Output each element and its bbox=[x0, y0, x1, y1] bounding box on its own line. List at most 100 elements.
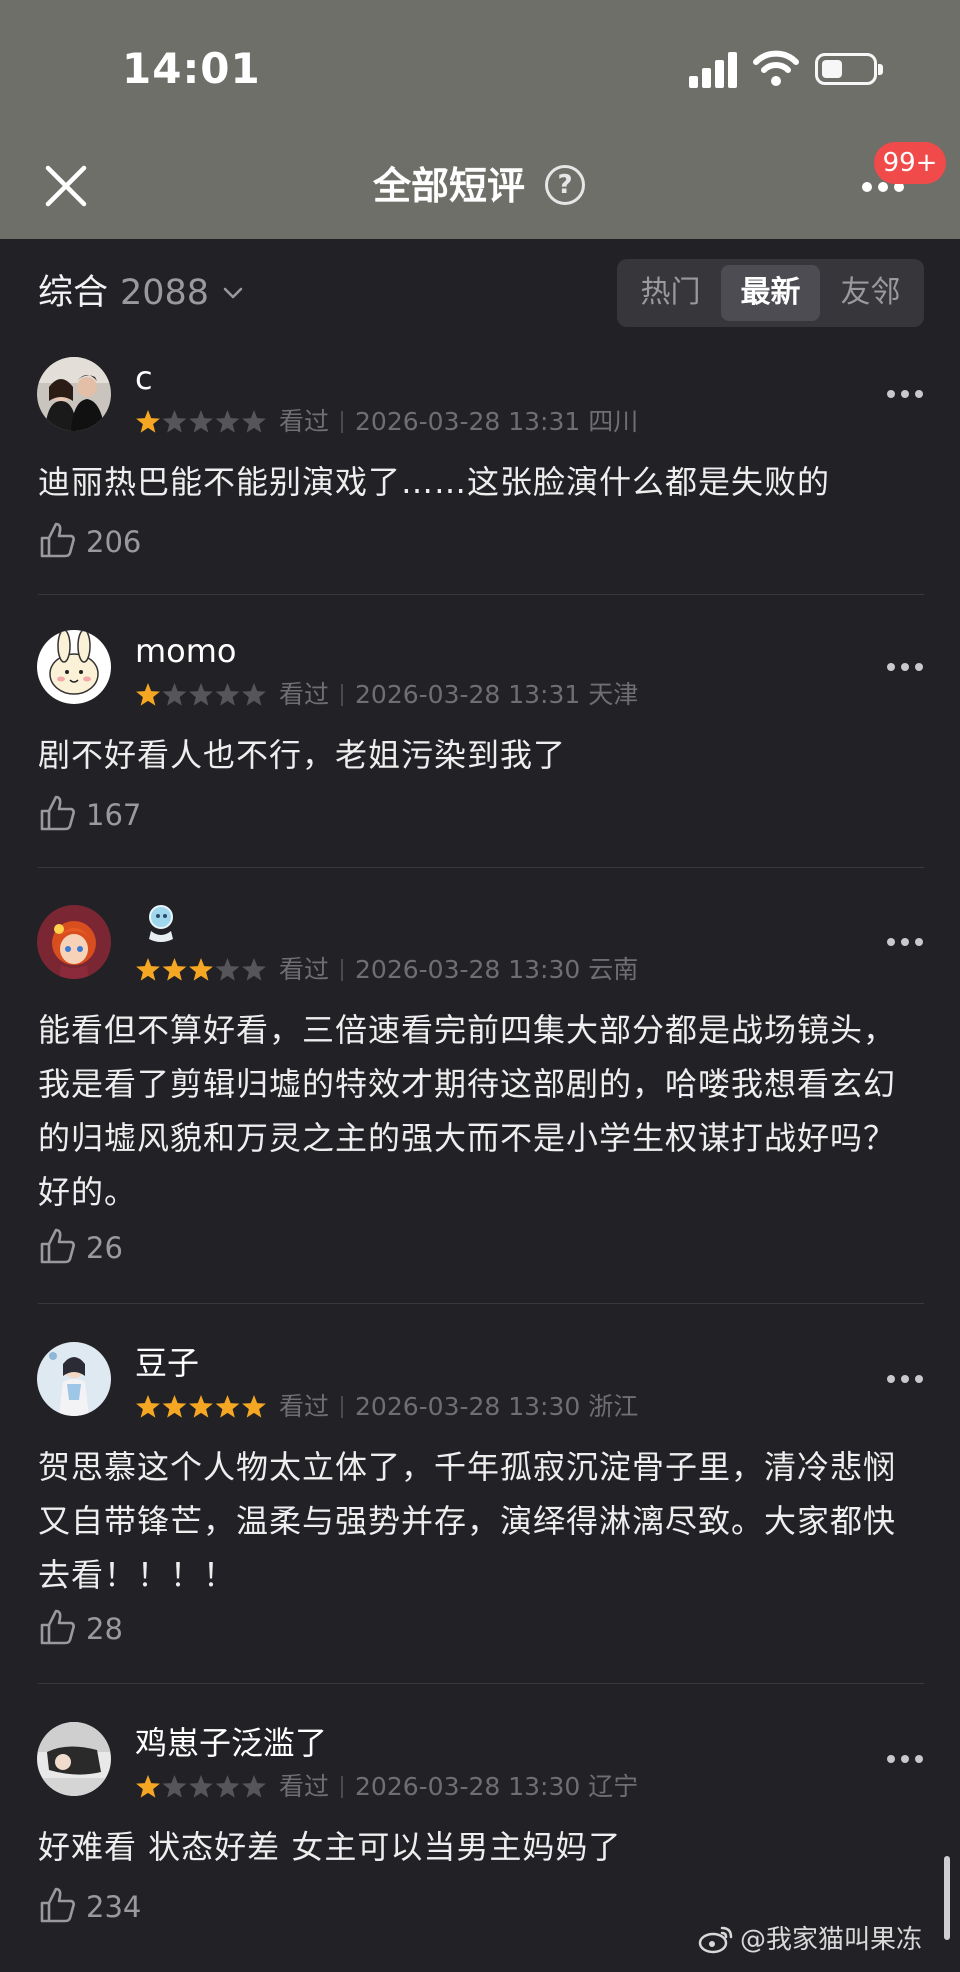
like-count: 26 bbox=[86, 1231, 123, 1265]
username[interactable]: c bbox=[135, 357, 153, 399]
watermark: @我家猫叫果冻 bbox=[698, 1922, 923, 1958]
review-datetime: 2026-03-28 13:31 bbox=[355, 407, 581, 436]
battery-icon bbox=[815, 53, 883, 85]
thumbs-up-icon bbox=[40, 522, 75, 558]
rating-stars bbox=[135, 682, 267, 708]
review-datetime: 2026-03-28 13:30 bbox=[355, 1392, 581, 1421]
star-empty-icon bbox=[162, 410, 187, 433]
like-count: 234 bbox=[86, 1890, 142, 1924]
username[interactable]: momo bbox=[135, 630, 237, 672]
divider bbox=[38, 1303, 924, 1304]
review-text: 能看但不算好看，三倍速看完前四集大部分都是战场镜头，我是看了剪辑归墟的特效才期待… bbox=[38, 1011, 897, 1211]
review-more-button[interactable] bbox=[885, 932, 925, 952]
review-meta: 看过 2026-03-28 13:30 辽宁 bbox=[135, 1769, 638, 1803]
review-datetime: 2026-03-28 13:30 bbox=[355, 955, 581, 984]
watched-status: 看过 bbox=[279, 955, 330, 984]
thumbs-up-icon bbox=[40, 1609, 75, 1645]
review-more-button[interactable] bbox=[885, 1749, 925, 1769]
star-filled-icon bbox=[136, 958, 160, 981]
tab-hot[interactable]: 热门 bbox=[621, 265, 720, 321]
review-region: 浙江 bbox=[588, 1392, 639, 1421]
star-empty-icon bbox=[189, 683, 213, 706]
username[interactable]: 鸡崽子泛滥了 bbox=[135, 1722, 327, 1764]
close-button[interactable] bbox=[40, 160, 92, 212]
star-empty-icon bbox=[215, 410, 240, 433]
avatar[interactable] bbox=[37, 1342, 111, 1416]
star-empty-icon bbox=[242, 410, 266, 433]
rating-stars bbox=[135, 957, 267, 983]
top-bar: 14:01 全部短评 ? 99+ bbox=[0, 0, 960, 239]
star-empty-icon bbox=[215, 683, 240, 706]
help-icon[interactable]: ? bbox=[545, 165, 585, 205]
star-empty-icon bbox=[242, 683, 266, 706]
divider bbox=[38, 1683, 924, 1684]
watched-status: 看过 bbox=[279, 680, 330, 709]
review-text: 迪丽热巴能不能别演戏了……这张脸演什么都是失败的 bbox=[38, 463, 831, 501]
rating-stars bbox=[135, 1774, 267, 1800]
star-filled-icon bbox=[189, 958, 213, 981]
avatar[interactable] bbox=[37, 905, 111, 979]
wifi-icon bbox=[753, 50, 799, 86]
review-more-button[interactable] bbox=[885, 657, 925, 677]
user-nickname-image[interactable] bbox=[143, 901, 183, 945]
watched-status: 看过 bbox=[279, 1772, 330, 1801]
page-title: 全部短评 bbox=[373, 164, 526, 208]
star-filled-icon bbox=[136, 1775, 160, 1798]
like-count: 167 bbox=[86, 798, 142, 832]
divider bbox=[38, 594, 924, 595]
thumbs-up-icon bbox=[40, 1228, 75, 1264]
weibo-icon bbox=[698, 1926, 733, 1954]
review-datetime: 2026-03-28 13:31 bbox=[355, 680, 581, 709]
review-text: 剧不好看人也不行，老姐污染到我了 bbox=[38, 736, 567, 774]
username[interactable]: 豆子 bbox=[135, 1342, 199, 1384]
star-empty-icon bbox=[242, 1775, 266, 1798]
tab-friends[interactable]: 友邻 bbox=[821, 265, 920, 321]
watched-status: 看过 bbox=[279, 407, 330, 436]
review-more-button[interactable] bbox=[885, 384, 925, 404]
star-empty-icon bbox=[189, 410, 213, 433]
star-filled-icon bbox=[189, 1395, 213, 1418]
star-empty-icon bbox=[162, 683, 187, 706]
thumbs-up-icon bbox=[40, 1887, 75, 1923]
review-meta: 看过 2026-03-28 13:31 天津 bbox=[135, 677, 638, 711]
avatar[interactable] bbox=[37, 357, 111, 431]
star-filled-icon bbox=[162, 958, 187, 981]
review-total-count: 2088 bbox=[120, 273, 210, 313]
review-text: 贺思慕这个人物太立体了，千年孤寂沉淀骨子里，清冷悲悯又自带锋芒，温柔与强势并存，… bbox=[38, 1448, 897, 1594]
scrollbar-thumb[interactable] bbox=[944, 1856, 950, 1940]
notification-badge: 99+ bbox=[874, 142, 946, 184]
cellular-signal-icon bbox=[689, 50, 739, 88]
review-more-button[interactable] bbox=[885, 1369, 925, 1389]
thumbs-up-icon bbox=[40, 795, 75, 831]
watermark-text: @我家猫叫果冻 bbox=[740, 1925, 923, 1955]
status-time: 14:01 bbox=[122, 44, 261, 93]
like-count: 206 bbox=[86, 525, 142, 559]
review-meta: 看过 2026-03-28 13:30 云南 bbox=[135, 952, 638, 986]
star-empty-icon bbox=[162, 1775, 187, 1798]
review-meta: 看过 2026-03-28 13:30 浙江 bbox=[135, 1389, 638, 1423]
review-meta: 看过 2026-03-28 13:31 四川 bbox=[135, 404, 638, 438]
star-filled-icon bbox=[136, 410, 160, 433]
review-region: 辽宁 bbox=[588, 1772, 639, 1801]
sort-dropdown-label[interactable]: 综合 bbox=[38, 270, 108, 316]
avatar[interactable] bbox=[37, 1722, 111, 1796]
review-region: 天津 bbox=[588, 680, 639, 709]
tab-segment-control: 热门 最新 友邻 bbox=[617, 259, 924, 327]
chevron-down-icon[interactable] bbox=[222, 282, 244, 304]
watched-status: 看过 bbox=[279, 1392, 330, 1421]
review-text: 好难看 状态好差 女主可以当男主妈妈了 bbox=[38, 1828, 622, 1866]
tab-latest[interactable]: 最新 bbox=[721, 265, 820, 321]
star-filled-icon bbox=[162, 1395, 187, 1418]
like-count: 28 bbox=[86, 1612, 123, 1646]
review-region: 云南 bbox=[588, 955, 639, 984]
star-filled-icon bbox=[242, 1395, 266, 1418]
star-empty-icon bbox=[242, 958, 266, 981]
rating-stars bbox=[135, 409, 267, 435]
star-filled-icon bbox=[215, 1395, 240, 1418]
review-region: 四川 bbox=[588, 407, 639, 436]
star-empty-icon bbox=[215, 958, 240, 981]
rating-stars bbox=[135, 1394, 267, 1420]
star-filled-icon bbox=[136, 1395, 160, 1418]
avatar[interactable] bbox=[37, 630, 111, 704]
review-datetime: 2026-03-28 13:30 bbox=[355, 1772, 581, 1801]
